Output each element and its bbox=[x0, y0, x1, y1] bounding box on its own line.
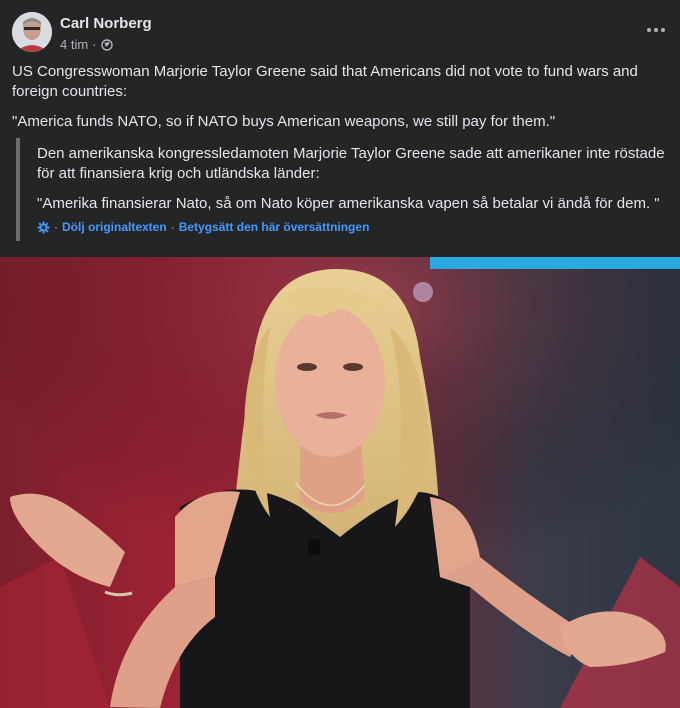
translation-links: · Dölj originaltexten · Betygsätt den hä… bbox=[37, 220, 369, 234]
meta-separator: · bbox=[92, 37, 97, 52]
post-header: Carl Norberg 4 tim · bbox=[12, 12, 668, 54]
links-separator: · bbox=[170, 220, 175, 234]
translation-block: Den amerikanska kongressledamoten Marjor… bbox=[16, 138, 670, 241]
hide-original-link[interactable]: Dölj originaltexten bbox=[62, 220, 167, 234]
links-separator: · bbox=[54, 220, 58, 234]
post-meta: 4 tim · bbox=[60, 37, 113, 52]
post-text: US Congresswoman Marjorie Taylor Greene … bbox=[12, 62, 662, 132]
post-photo[interactable] bbox=[0, 257, 680, 708]
globe-icon bbox=[100, 38, 113, 51]
post-time[interactable]: 4 tim bbox=[60, 37, 88, 52]
gear-icon bbox=[37, 221, 50, 234]
translation-paragraph: Den amerikanska kongressledamoten Marjor… bbox=[37, 145, 665, 182]
author-name[interactable]: Carl Norberg bbox=[60, 15, 152, 32]
facebook-post: Carl Norberg 4 tim · US Congresswoman Ma… bbox=[0, 0, 680, 708]
post-quote: "America funds NATO, so if NATO buys Ame… bbox=[12, 113, 556, 130]
avatar[interactable] bbox=[12, 12, 52, 52]
rate-translation-link[interactable]: Betygsätt den här översättningen bbox=[179, 220, 370, 234]
post-paragraph: US Congresswoman Marjorie Taylor Greene … bbox=[12, 63, 638, 100]
speaker-photo-illustration bbox=[0, 257, 680, 708]
translation-quote: "Amerika finansierar Nato, så om Nato kö… bbox=[37, 195, 660, 212]
more-options-icon[interactable] bbox=[644, 20, 668, 40]
